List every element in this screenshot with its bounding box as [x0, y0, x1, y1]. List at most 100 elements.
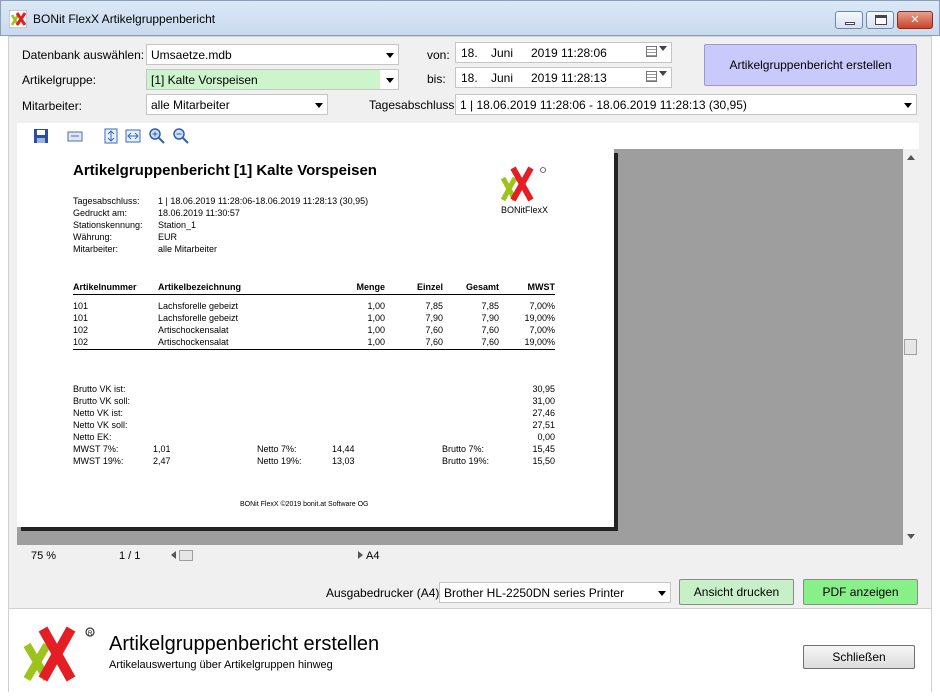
bis-time: 2019 11:28:13 — [531, 71, 607, 85]
col-mwst: MWST — [527, 282, 556, 292]
pdf-button[interactable]: PDF anzeigen — [803, 579, 918, 605]
row-einzel: 7,90 — [425, 313, 443, 323]
bis-month: Juni — [491, 71, 514, 85]
minimize-button[interactable] — [835, 11, 863, 29]
total-value: 27,46 — [532, 408, 555, 418]
total-label: Netto EK: — [73, 432, 112, 442]
von-datepicker[interactable]: 18. Juni 2019 11:28:06 — [455, 42, 672, 63]
mitarbeiter-select[interactable]: alle Mitarbeiter — [146, 94, 328, 115]
meta-label: Währung: — [73, 232, 113, 242]
export-icon[interactable] — [67, 128, 83, 144]
mitarbeiter-label: Mitarbeiter: — [22, 99, 83, 113]
calendar-icon[interactable] — [646, 71, 657, 82]
artikelgruppe-select[interactable]: [1] Kalte Vorspeisen — [146, 69, 399, 90]
tax-netto-value: 13,03 — [332, 456, 355, 466]
col-artikelbezeichnung: Artikelbezeichnung — [158, 282, 242, 292]
footer-title: Artikelgruppenbericht erstellen — [109, 633, 380, 655]
zoom-level: 75 % — [31, 550, 57, 562]
scroll-up-icon[interactable] — [907, 155, 915, 160]
save-icon[interactable] — [33, 128, 49, 144]
row-mwst: 19,00% — [524, 313, 555, 323]
close-button[interactable]: Schließen — [803, 645, 915, 669]
scroll-right-icon[interactable] — [358, 551, 363, 559]
maximize-button[interactable] — [866, 11, 894, 29]
meta-label: Stationskennung: — [73, 220, 143, 230]
meta-value: EUR — [158, 232, 178, 242]
close-icon: ✕ — [910, 14, 920, 26]
row-gesamt: 7,60 — [481, 325, 499, 335]
meta-label: Mitarbeiter: — [73, 244, 119, 254]
report-title: Artikelgruppenbericht [1] Kalte Vorspeis… — [73, 162, 377, 179]
chevron-down-icon — [315, 103, 323, 108]
horizontal-scrollbar[interactable] — [171, 550, 363, 561]
window-title: BONit FlexX Artikelgruppenbericht — [33, 12, 216, 26]
tax-brutto-label: Brutto 19%: — [442, 456, 490, 466]
create-report-button[interactable]: Artikelgruppenbericht erstellen — [704, 44, 917, 86]
table-bottom-divider — [73, 349, 555, 350]
chevron-down-icon — [386, 78, 394, 83]
bonit-logo — [500, 166, 546, 202]
tagesabschluss-label: Tagesabschluss: — [369, 98, 458, 112]
chevron-down-icon — [386, 53, 394, 58]
col-artikelnummer: Artikelnummer — [73, 282, 137, 292]
fit-width-icon[interactable] — [125, 128, 141, 144]
footer-subtitle: Artikelauswertung über Artikelgruppen hi… — [109, 659, 333, 671]
close-window-button[interactable]: ✕ — [897, 11, 933, 29]
zoom-out-icon[interactable] — [173, 128, 189, 144]
datenbank-label: Datenbank auswählen: — [22, 48, 145, 62]
tax-netto-label: Netto 7%: — [257, 444, 297, 454]
zoom-in-icon[interactable] — [149, 128, 165, 144]
row-artikelnummer: 102 — [73, 337, 89, 347]
row-menge: 1,00 — [367, 337, 385, 347]
fit-page-icon[interactable] — [103, 128, 119, 144]
col-menge: Menge — [356, 282, 385, 292]
printer-select[interactable]: Brother HL-2250DN series Printer — [439, 582, 671, 603]
total-label: Brutto VK ist: — [73, 384, 126, 394]
hscroll-thumb[interactable] — [179, 550, 193, 561]
main-client-area: Datenbank auswählen: Umsaetze.mdb von: 1… — [8, 36, 932, 692]
total-value: 27,51 — [532, 420, 555, 430]
vertical-scrollbar[interactable] — [903, 149, 919, 545]
row-mwst: 19,00% — [524, 337, 555, 347]
page-indicator: 1 / 1 — [119, 550, 141, 562]
row-mwst: 7,00% — [529, 325, 555, 335]
artikelgruppe-value: [1] Kalte Vorspeisen — [151, 73, 258, 87]
scroll-down-icon[interactable] — [907, 534, 915, 539]
printer-label: Ausgabedrucker (A4): — [326, 586, 443, 600]
row-menge: 1,00 — [367, 313, 385, 323]
bonit-logo-large: R — [23, 626, 95, 682]
tax-brutto-label: Brutto 7%: — [442, 444, 485, 454]
datenbank-value: Umsaetze.mdb — [151, 48, 232, 62]
tagesabschluss-select[interactable]: 1 | 18.06.2019 11:28:06 - 18.06.2019 11:… — [455, 94, 917, 115]
row-artikelnummer: 102 — [73, 325, 89, 335]
tax-label: MWST 7%: — [73, 444, 119, 454]
app-logo-icon — [9, 10, 27, 28]
chevron-down-icon — [659, 71, 667, 76]
col-einzel: Einzel — [416, 282, 443, 292]
logo-text: BONitFlexX — [501, 205, 549, 215]
report-footer: BONit FlexX ©2019 bonit.at Software OG — [240, 501, 369, 508]
scroll-left-icon[interactable] — [171, 551, 176, 559]
report-page: Artikelgruppenbericht [1] Kalte Vorspeis… — [17, 149, 614, 527]
tax-netto-label: Netto 19%: — [257, 456, 302, 466]
bis-day: 18. — [461, 71, 478, 85]
von-month: Juni — [491, 46, 514, 60]
row-bezeichnung: Lachsforelle gebeizt — [158, 301, 239, 311]
print-preview-button[interactable]: Ansicht drucken — [679, 579, 794, 605]
chevron-down-icon — [658, 591, 666, 596]
calendar-icon[interactable] — [646, 46, 657, 57]
tax-brutto-value: 15,45 — [532, 444, 555, 454]
von-label: von: — [427, 48, 450, 62]
meta-label: Tagesabschluss: — [73, 196, 140, 206]
total-label: Netto VK soll: — [73, 420, 128, 430]
datenbank-select[interactable]: Umsaetze.mdb — [146, 44, 399, 65]
tax-netto-value: 14,44 — [332, 444, 355, 454]
bis-datepicker[interactable]: 18. Juni 2019 11:28:13 — [455, 67, 672, 88]
row-artikelnummer: 101 — [73, 301, 89, 311]
mitarbeiter-value: alle Mitarbeiter — [151, 98, 230, 112]
chevron-down-icon — [659, 46, 667, 51]
row-bezeichnung: Lachsforelle gebeizt — [158, 313, 239, 323]
scroll-thumb[interactable] — [904, 339, 917, 355]
tax-value: 2,47 — [153, 456, 171, 466]
title-bar: BONit FlexX Artikelgruppenbericht ✕ — [0, 0, 940, 36]
